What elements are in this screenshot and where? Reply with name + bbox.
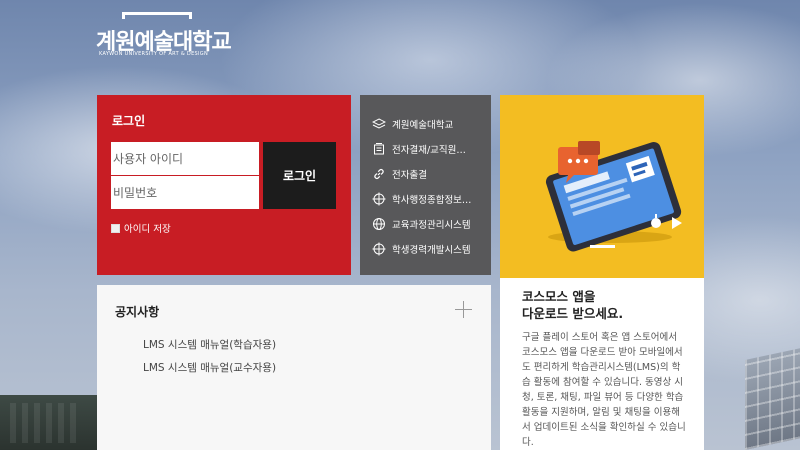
app-download-panel: 코스모스 앱을 다운로드 받으세요. 구글 플레이 스토어 혹은 앱 스토어에서… xyxy=(500,95,704,450)
crosshair-icon xyxy=(372,242,386,255)
app-banner xyxy=(500,95,704,278)
link-label: 전자출결 xyxy=(392,169,427,181)
link-label: 학생경력개발시스템 xyxy=(392,244,471,256)
notice-panel: 공지사항 LMS 시스템 매뉴얼(학습자용) LMS 시스템 매뉴얼(교수자용) xyxy=(97,285,491,450)
layers-icon xyxy=(372,117,386,129)
crosshair-icon xyxy=(372,192,386,205)
link-label: 학사행정종합정보… xyxy=(392,194,472,206)
link-label: 계원예술대학교 xyxy=(392,119,454,131)
checkbox-box[interactable] xyxy=(111,223,120,233)
link-label: 교육과정관리시스템 xyxy=(392,219,471,231)
notice-item[interactable]: LMS 시스템 매뉴얼(교수자용) xyxy=(143,360,276,383)
login-button[interactable]: 로그인 xyxy=(263,142,336,209)
user-id-input[interactable] xyxy=(111,142,259,175)
login-title: 로그인 xyxy=(112,114,146,128)
app-title: 코스모스 앱을 다운로드 받으세요. xyxy=(522,289,624,321)
background-building-right xyxy=(745,348,800,450)
phone-illustration xyxy=(545,141,682,252)
link-item-career[interactable]: 학생경력개발시스템 xyxy=(360,236,491,261)
quick-links-panel: 계원예술대학교 전자결재/교직원… 전자출결 학사행정종합정보… 교육과정관리시… xyxy=(360,95,491,275)
globe-icon xyxy=(373,217,385,230)
logo-subtitle: KAYWON UNIVERSITY OF ART & DESIGN xyxy=(99,51,208,57)
link-item-approval[interactable]: 전자결재/교직원… xyxy=(360,136,491,161)
notice-title: 공지사항 xyxy=(115,305,160,319)
save-id-label: 아이디 저장 xyxy=(124,224,171,235)
link-item-attendance[interactable]: 전자출결 xyxy=(360,161,491,186)
logo-mark xyxy=(122,12,192,19)
google-play-icon[interactable] xyxy=(672,217,682,229)
document-icon xyxy=(374,142,384,154)
link-item-curriculum[interactable]: 교육과정관리시스템 xyxy=(360,211,491,236)
link-item-academic[interactable]: 학사행정종합정보… xyxy=(360,186,491,211)
save-id-checkbox[interactable]: 아이디 저장 xyxy=(111,221,171,235)
background-building-left xyxy=(0,395,97,450)
university-logo[interactable]: 계원예술대학교 KAYWON UNIVERSITY OF ART & DESIG… xyxy=(96,12,232,58)
notice-item[interactable]: LMS 시스템 매뉴얼(학습자용) xyxy=(143,337,276,360)
password-input[interactable] xyxy=(111,176,259,209)
link-item-kaywon[interactable]: 계원예술대학교 xyxy=(360,111,491,136)
notice-list: LMS 시스템 매뉴얼(학습자용) LMS 시스템 매뉴얼(교수자용) xyxy=(143,337,276,383)
login-panel: 로그인 로그인 아이디 저장 xyxy=(97,95,351,275)
plus-icon[interactable] xyxy=(455,301,472,318)
link-icon xyxy=(374,168,384,179)
carousel-indicator[interactable] xyxy=(590,245,615,248)
app-description: 구글 플레이 스토어 혹은 앱 스토어에서 코스모스 앱을 다운로드 받아 모바… xyxy=(522,332,686,448)
link-label: 전자결재/교직원… xyxy=(392,144,466,156)
